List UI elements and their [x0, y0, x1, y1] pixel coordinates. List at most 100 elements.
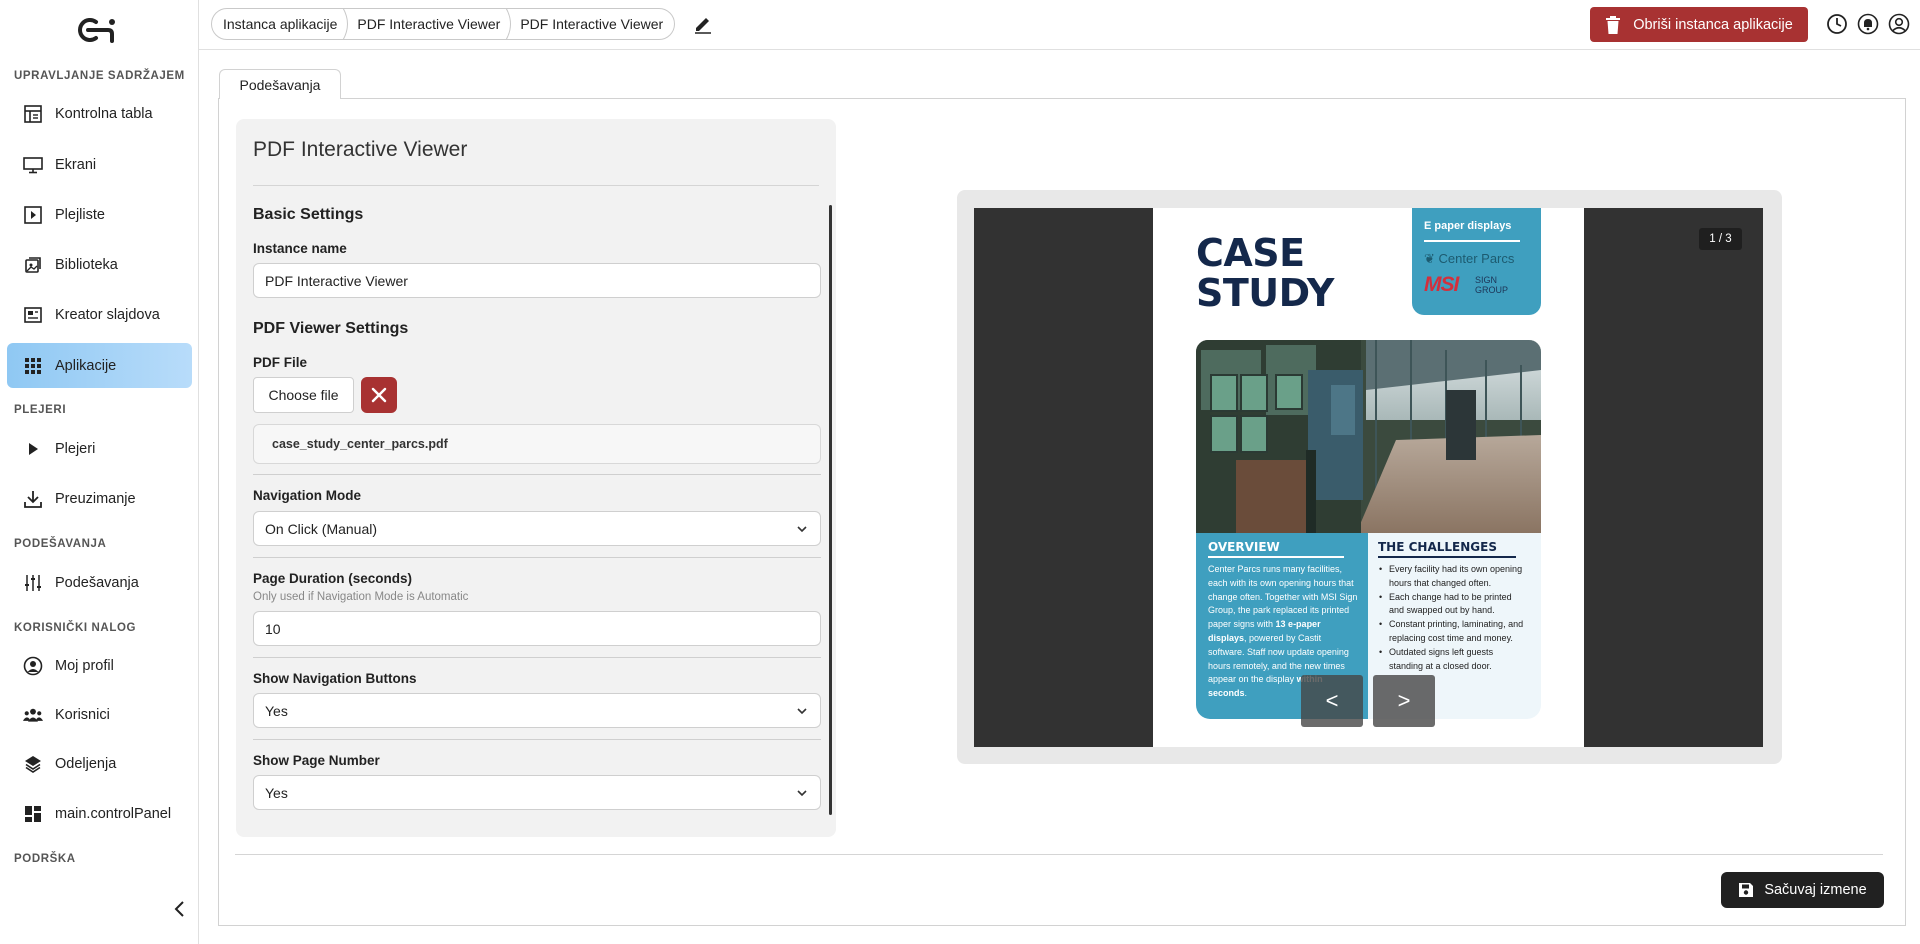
- save-changes-button[interactable]: Sačuvaj izmene: [1721, 872, 1884, 908]
- ci-logo[interactable]: [74, 14, 124, 44]
- sidebar-item-label: Preuzimanje: [55, 490, 136, 507]
- delete-instance-label: Obriši instanca aplikacije: [1633, 16, 1793, 33]
- breadcrumb-separator-icon: [505, 8, 512, 40]
- sidebar-item-playlists[interactable]: Plejliste: [7, 192, 192, 237]
- settings-card: [236, 119, 836, 837]
- save-changes-label: Sačuvaj izmene: [1764, 882, 1867, 898]
- pdf-viewer-settings-heading: PDF Viewer Settings: [253, 320, 409, 337]
- sidebar-item-label: Aplikacije: [55, 357, 117, 374]
- control-panel-icon: [23, 804, 43, 824]
- basic-settings-heading: Basic Settings: [253, 206, 364, 223]
- next-page-button[interactable]: >: [1373, 675, 1435, 727]
- chevron-down-icon: [797, 708, 807, 715]
- sidebar-item-label: Plejliste: [55, 206, 105, 223]
- floppy-disk-icon: [1739, 883, 1754, 897]
- sidebar-item-users[interactable]: Korisnici: [7, 692, 192, 737]
- user-circle-icon: [23, 656, 43, 676]
- dashboard-icon: [23, 104, 43, 124]
- breadcrumb-item-current: PDF Interactive Viewer: [520, 16, 664, 32]
- page-duration-input[interactable]: 10: [253, 611, 821, 646]
- sidebar-item-control-panel[interactable]: main.controlPanel: [7, 791, 192, 836]
- show-page-number-value: Yes: [265, 784, 288, 801]
- page-duration-hint: Only used if Navigation Mode is Automati…: [253, 591, 469, 603]
- library-icon: [23, 255, 43, 275]
- download-icon: [23, 489, 43, 509]
- sidebar-item-download[interactable]: Preuzimanje: [7, 476, 192, 521]
- users-icon: [23, 705, 43, 725]
- show-navigation-buttons-label: Show Navigation Buttons: [253, 671, 417, 686]
- section-heading-account: KORISNIČKI NALOG: [14, 622, 137, 634]
- show-navigation-buttons-select[interactable]: Yes: [253, 693, 821, 728]
- chevron-down-icon: [797, 790, 807, 797]
- sidebar-item-departments[interactable]: Odeljenja: [7, 741, 192, 786]
- previous-page-button[interactable]: <: [1301, 675, 1363, 727]
- edit-pencil-icon[interactable]: [693, 14, 713, 34]
- sidebar-item-my-profile[interactable]: Moj profil: [7, 643, 192, 688]
- delete-instance-button[interactable]: Obriši instanca aplikacije: [1590, 7, 1808, 42]
- center-parcs-logo-text: Center Parcs: [1438, 251, 1515, 266]
- sliders-icon: [23, 573, 43, 593]
- sidebar-item-label: Moj profil: [55, 657, 114, 674]
- sidebar-item-label: Plejeri: [55, 440, 96, 457]
- sidebar-item-label: Podešavanja: [55, 574, 139, 591]
- layers-icon: [23, 754, 43, 774]
- clear-file-button[interactable]: [361, 377, 397, 413]
- sidebar-item-label: main.controlPanel: [55, 805, 172, 822]
- breadcrumb-separator-icon: [342, 8, 349, 40]
- show-page-number-select[interactable]: Yes: [253, 775, 821, 810]
- pdf-challenge-item: Constant printing, laminating, and repla…: [1378, 618, 1528, 646]
- sidebar-item-players[interactable]: Plejeri: [7, 426, 192, 471]
- account-circle-icon[interactable]: [1888, 13, 1910, 35]
- breadcrumb: Instanca aplikacije PDF Interactive View…: [211, 8, 676, 40]
- sidebar-item-slide-creator[interactable]: Kreator slajdova: [7, 292, 192, 337]
- page-number-badge: 1 / 3: [1699, 228, 1742, 250]
- tab-settings[interactable]: Podešavanja: [219, 69, 341, 99]
- choose-file-button[interactable]: Choose file: [253, 377, 354, 413]
- sidebar-item-label: Biblioteka: [55, 256, 118, 273]
- sidebar-item-label: Kontrolna tabla: [55, 105, 153, 122]
- history-clock-icon[interactable]: [1826, 13, 1848, 35]
- divider: [1208, 556, 1344, 558]
- navigation-mode-label: Navigation Mode: [253, 488, 362, 503]
- selected-file-name: case_study_center_parcs.pdf: [253, 424, 821, 464]
- sidebar-item-label: Odeljenja: [55, 755, 117, 772]
- sidebar-item-label: Ekrani: [55, 156, 97, 173]
- sidebar-item-library[interactable]: Biblioteka: [7, 242, 192, 287]
- divider: [235, 854, 1883, 855]
- sign-group-logo-line: GROUP: [1475, 285, 1509, 295]
- divider: [253, 474, 821, 475]
- pdf-challenge-item: Outdated signs left guests standing at a…: [1378, 646, 1528, 674]
- navigation-mode-select[interactable]: On Click (Manual): [253, 511, 821, 546]
- pdf-overview-heading: OVERVIEW: [1208, 540, 1280, 554]
- breadcrumb-item-app-instance[interactable]: Instanca aplikacije: [223, 16, 337, 32]
- play-icon: [23, 439, 43, 459]
- pdf-challenge-item: Each change had to be printed and swappe…: [1378, 591, 1528, 619]
- pdf-case-study-title: CASE STUDY: [1196, 233, 1334, 313]
- monitor-icon: [23, 155, 43, 175]
- section-heading-support: PODRŠKA: [14, 853, 76, 865]
- slide-creator-icon: [23, 305, 43, 325]
- sidebar-item-applications[interactable]: Aplikacije: [7, 343, 192, 388]
- pdf-brand-tagline: E paper displays: [1424, 220, 1512, 232]
- sign-group-logo: SIGN GROUP: [1475, 275, 1508, 295]
- navigation-mode-value: On Click (Manual): [265, 520, 378, 537]
- section-heading-settings: PODEŠAVANJA: [14, 538, 107, 550]
- sidebar-item-settings[interactable]: Podešavanja: [7, 560, 192, 605]
- page-duration-label: Page Duration (seconds): [253, 571, 413, 586]
- pdf-title-line: CASE: [1196, 231, 1305, 275]
- trash-icon: [1606, 15, 1621, 34]
- pdf-overview-text-part: .: [1244, 688, 1248, 699]
- notifications-bell-icon[interactable]: [1857, 13, 1879, 35]
- sidebar-item-label: Kreator slajdova: [55, 306, 160, 323]
- breadcrumb-item-app[interactable]: PDF Interactive Viewer: [357, 16, 500, 32]
- sidebar-item-screens[interactable]: Ekrani: [7, 142, 192, 187]
- section-heading-players: PLEJERI: [14, 404, 67, 416]
- settings-scrollbar[interactable]: [829, 205, 832, 815]
- sidebar-item-label: Korisnici: [55, 706, 110, 723]
- show-page-number-label: Show Page Number: [253, 753, 380, 768]
- instance-name-input[interactable]: PDF Interactive Viewer: [253, 263, 821, 298]
- sidebar-item-dashboard[interactable]: Kontrolna tabla: [7, 91, 192, 136]
- collapse-sidebar-icon[interactable]: [171, 900, 189, 918]
- settings-card-title: PDF Interactive Viewer: [253, 138, 468, 161]
- pdf-challenges-heading: THE CHALLENGES: [1378, 540, 1497, 554]
